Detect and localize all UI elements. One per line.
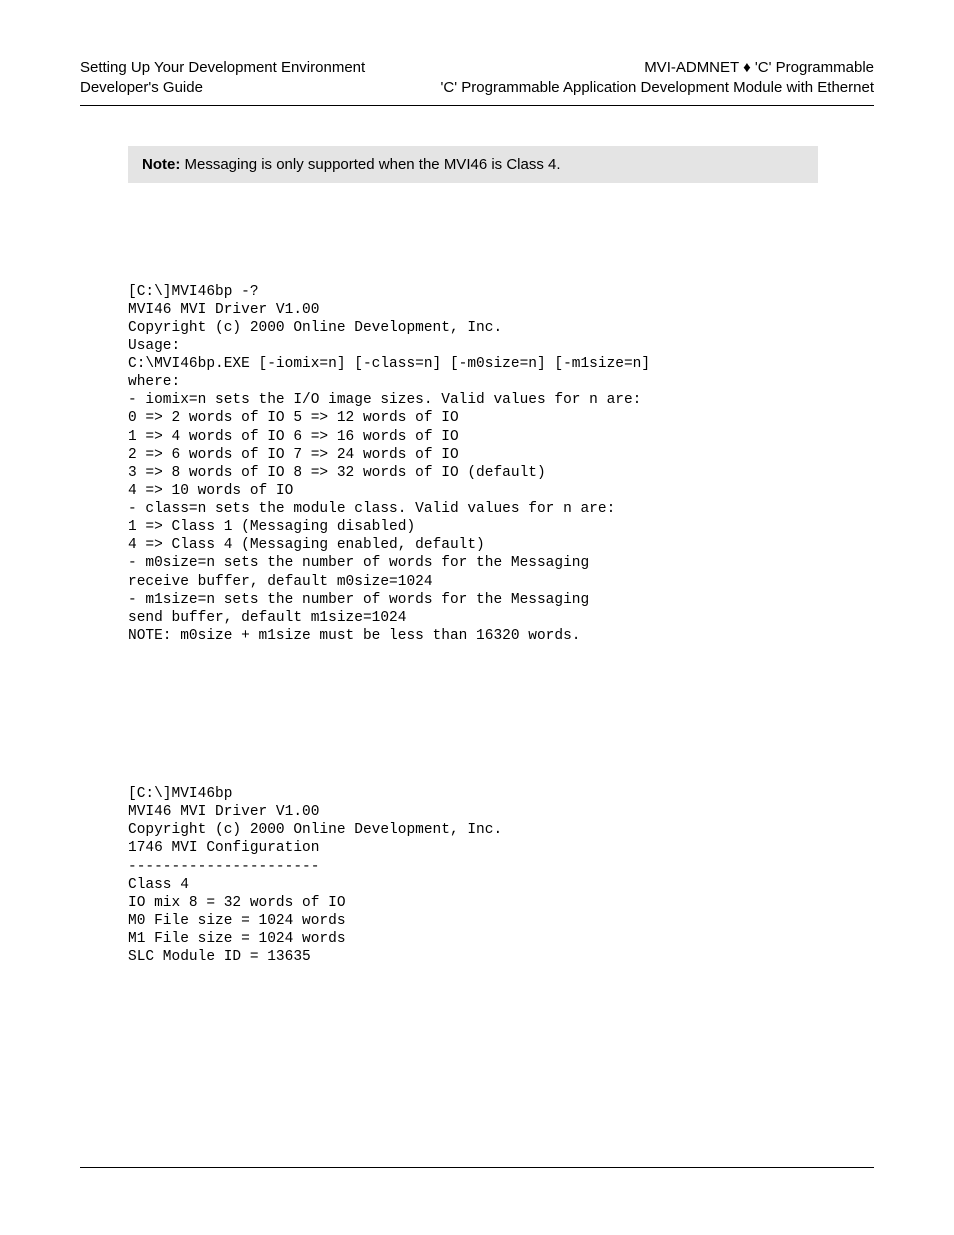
note-label: Note: [142, 156, 180, 173]
note-text: Messaging is only supported when the MVI… [180, 156, 560, 173]
header-left: Setting Up Your Development Environment … [80, 58, 365, 99]
header-left-line1: Setting Up Your Development Environment [80, 58, 365, 78]
note-box: Note: Messaging is only supported when t… [128, 146, 818, 183]
header-right-line2: 'C' Programmable Application Development… [441, 78, 874, 98]
header-left-line2: Developer's Guide [80, 78, 365, 98]
header-right-line1: MVI-ADMNET ♦ 'C' Programmable [441, 58, 874, 78]
header-right: MVI-ADMNET ♦ 'C' Programmable 'C' Progra… [441, 58, 874, 99]
code-block-1: [C:\]MVI46bp -? MVI46 MVI Driver V1.00 C… [128, 283, 874, 646]
page-header: Setting Up Your Development Environment … [80, 58, 874, 99]
footer-divider [80, 1167, 874, 1168]
header-divider [80, 105, 874, 106]
code-block-2: [C:\]MVI46bp MVI46 MVI Driver V1.00 Copy… [128, 785, 874, 966]
